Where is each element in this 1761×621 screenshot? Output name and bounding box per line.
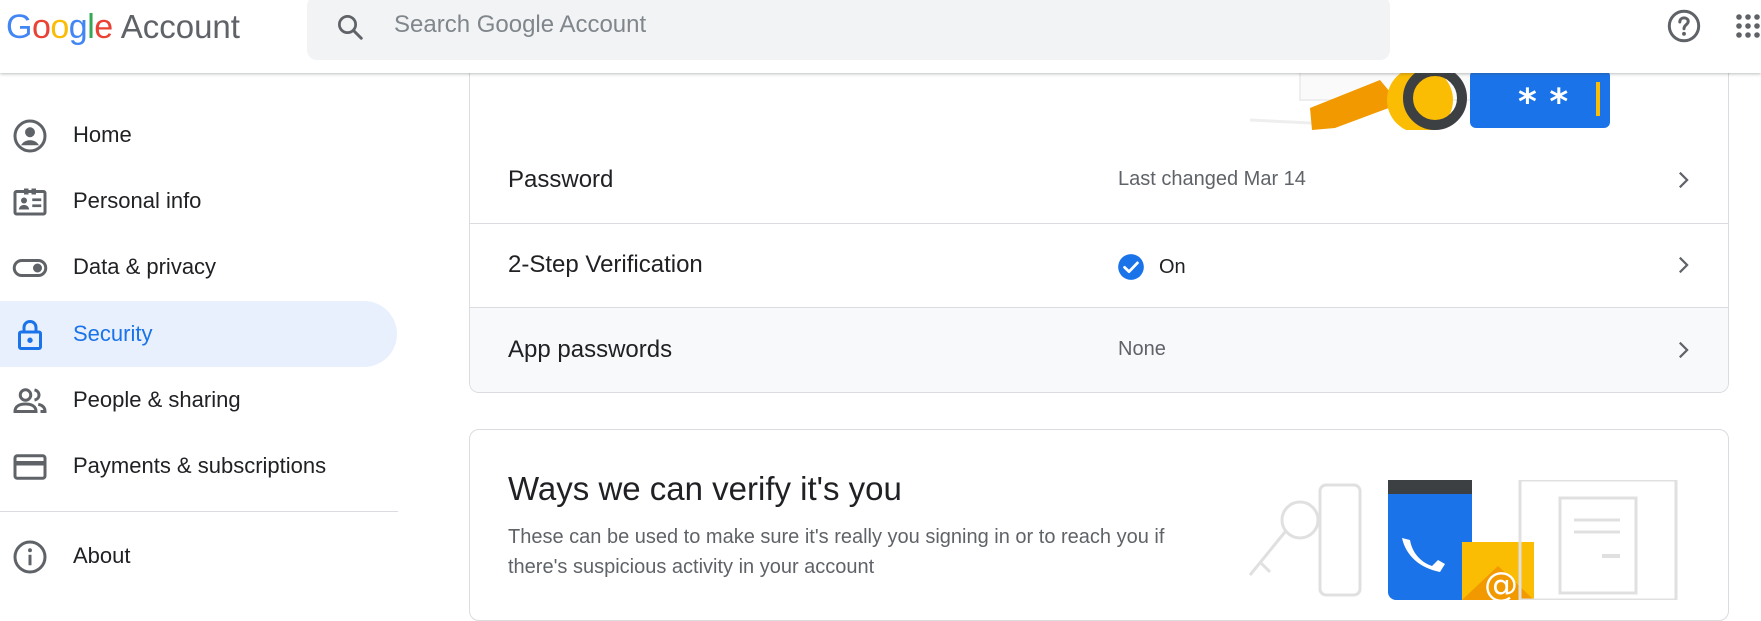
chevron-right-icon: [1679, 341, 1689, 359]
credit-card-icon: [13, 454, 47, 480]
id-card-icon: [13, 188, 47, 216]
search-bar[interactable]: [307, 0, 1390, 60]
sidebar-item-data-privacy[interactable]: Data & privacy: [0, 234, 397, 300]
toggle-icon: [12, 259, 48, 277]
sidebar-item-label: Data & privacy: [73, 254, 217, 279]
sidebar-item-payments[interactable]: Payments & subscriptions: [0, 433, 397, 499]
google-account-logo[interactable]: Google Account: [6, 8, 240, 48]
top-bar: Google Account: [0, 0, 1761, 73]
people-icon: [13, 388, 47, 413]
google-logo: Google: [6, 8, 113, 46]
sidebar-item-label: Personal info: [73, 188, 202, 213]
sidebar-item-about[interactable]: About: [0, 523, 397, 589]
help-circle-icon[interactable]: [1666, 8, 1702, 44]
card-description: These can be used to make sure it's real…: [508, 526, 1165, 578]
sidebar-item-home[interactable]: Home: [0, 102, 397, 168]
row-title: App passwords: [508, 336, 673, 363]
status-on-label: On: [1159, 255, 1186, 278]
svg-text:@: @: [1484, 565, 1518, 600]
chevron-right-icon: [1679, 171, 1689, 189]
sidebar-item-security[interactable]: Security: [0, 301, 397, 367]
sidebar-nav: Home Personal info Data & privacy Securi…: [0, 73, 398, 593]
app-passwords-row[interactable]: App passwords None: [470, 308, 1728, 392]
row-value: On: [1118, 253, 1186, 281]
lock-icon: [18, 319, 42, 350]
row-title: Password: [508, 166, 614, 193]
phone-email-illustration: @: [1248, 480, 1678, 600]
row-value: None: [1118, 338, 1166, 360]
apps-grid-icon[interactable]: [1736, 12, 1761, 42]
sidebar-item-label: Home: [73, 122, 132, 147]
two-step-verification-row[interactable]: 2-Step Verification On: [470, 223, 1728, 307]
chevron-right-icon: [1679, 256, 1689, 274]
row-title: 2-Step Verification: [508, 251, 703, 278]
info-icon: [13, 540, 47, 574]
sidebar-item-label: Security: [73, 321, 153, 346]
password-mask-text: * *: [1518, 82, 1568, 123]
password-row[interactable]: Password Last changed Mar 14: [470, 138, 1728, 222]
sidebar-item-personal-info[interactable]: Personal info: [0, 168, 397, 234]
logo-account-text: Account: [120, 8, 240, 45]
sidebar-item-label: About: [73, 543, 131, 568]
sidebar-divider: [0, 511, 398, 512]
search-input[interactable]: [392, 4, 1296, 46]
sidebar-item-label: People & sharing: [73, 387, 241, 412]
search-icon[interactable]: [335, 12, 365, 42]
sidebar-item-people-sharing[interactable]: People & sharing: [0, 367, 397, 433]
sidebar-item-label: Payments & subscriptions: [73, 453, 327, 478]
check-circle-icon: [1118, 254, 1144, 280]
row-value: Last changed Mar 14: [1118, 168, 1306, 190]
account-circle-icon: [13, 119, 47, 153]
card-title: Ways we can verify it's you: [508, 470, 902, 507]
verify-identity-card: Ways we can verify it's you These can be…: [469, 429, 1729, 621]
signing-in-card: * * Password Last changed Mar 14 2-Step …: [469, 40, 1729, 393]
